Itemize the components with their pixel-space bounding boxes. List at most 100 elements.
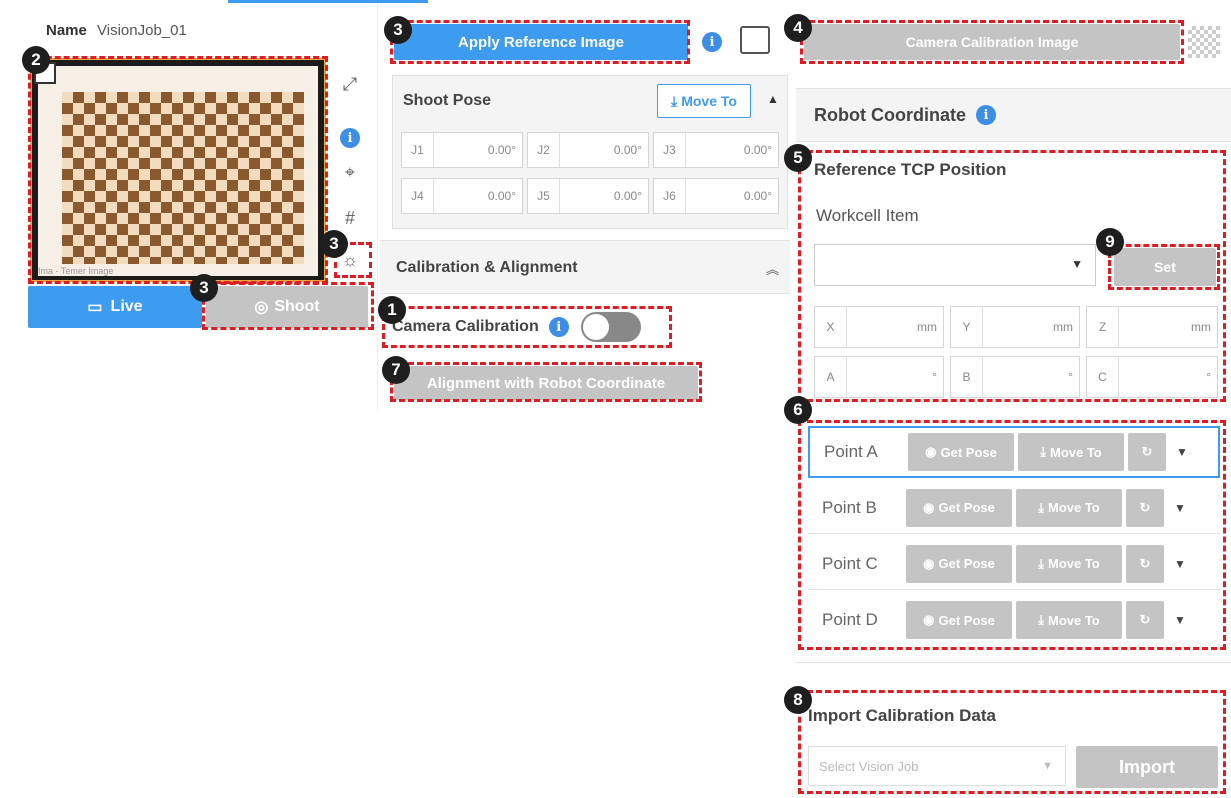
vision-job-select[interactable]: Select Vision Job ▼ bbox=[808, 746, 1066, 786]
camera-calibration-row: Camera Calibration i bbox=[392, 312, 641, 342]
coord-field-c[interactable]: C ° bbox=[1086, 356, 1218, 398]
vision-job-placeholder: Select Vision Job bbox=[819, 758, 919, 774]
get-pose-button[interactable]: ◉ Get Pose bbox=[906, 488, 1012, 527]
import-button[interactable]: Import bbox=[1076, 746, 1218, 788]
calibration-info-icon[interactable]: i bbox=[548, 317, 569, 337]
joint-label: J2 bbox=[528, 133, 560, 167]
apply-reference-button[interactable]: Apply Reference Image bbox=[394, 24, 688, 60]
point-row-d[interactable]: Point D ◉ Get Pose ⤓ Move To ↻ ▼ bbox=[808, 594, 1220, 646]
chevron-down-icon[interactable]: ▼ bbox=[1168, 557, 1192, 571]
point-move-to-button[interactable]: ⤓ Move To bbox=[1016, 544, 1122, 583]
toggle-knob bbox=[582, 314, 609, 340]
left-panel: Name VisionJob_01 Ima - Temer Image ⤢ i … bbox=[0, 0, 428, 410]
joint-field-j3[interactable]: J3 0.00° bbox=[653, 132, 779, 168]
coord-field-x[interactable]: Xmm bbox=[814, 306, 944, 348]
apply-info-icon[interactable]: i bbox=[702, 32, 722, 52]
target-icon: ◉ bbox=[923, 499, 935, 515]
name-label: Name bbox=[46, 22, 87, 39]
checkerboard bbox=[62, 92, 304, 264]
reset-button[interactable]: ↻ bbox=[1126, 544, 1164, 583]
get-pose-button[interactable]: ◉ Get Pose bbox=[906, 601, 1012, 639]
get-pose-label: Get Pose bbox=[938, 556, 995, 571]
chevron-down-icon[interactable]: ▼ bbox=[1170, 445, 1194, 459]
calibration-section-header[interactable]: Calibration & Alignment ︽ bbox=[380, 240, 790, 294]
joint-field-j5[interactable]: J5 0.00° bbox=[527, 178, 649, 214]
grid-icon[interactable]: # bbox=[338, 206, 362, 230]
import-title: Import Calibration Data bbox=[808, 706, 996, 725]
coord-unit: mm bbox=[917, 320, 937, 334]
coord-label: B bbox=[951, 357, 983, 397]
popout-icon[interactable]: ⤢ bbox=[338, 72, 362, 96]
point-move-to-label: Move To bbox=[1047, 556, 1100, 571]
get-pose-label: Get Pose bbox=[938, 612, 995, 628]
set-label: Set bbox=[1154, 259, 1176, 275]
workcell-item-select[interactable]: ▼ bbox=[814, 244, 1096, 286]
get-pose-button[interactable]: ◉ Get Pose bbox=[908, 433, 1014, 471]
badge-5: 5 bbox=[784, 144, 812, 172]
reset-button[interactable]: ↻ bbox=[1128, 433, 1166, 471]
badge-6: 6 bbox=[784, 396, 812, 424]
coord-field-y[interactable]: Ymm bbox=[950, 306, 1080, 348]
move-to-icon: ⤓ bbox=[671, 92, 678, 109]
get-pose-button[interactable]: ◉ Get Pose bbox=[906, 544, 1012, 583]
alignment-button[interactable]: Alignment with Robot Coordinate bbox=[394, 366, 698, 400]
image-watermark: Ima - Temer Image bbox=[38, 266, 114, 276]
target-icon: ◉ bbox=[923, 555, 935, 571]
point-move-to-button[interactable]: ⤓ Move To bbox=[1016, 488, 1122, 527]
chevron-down-icon[interactable]: ▼ bbox=[1168, 501, 1192, 515]
joint-label: J4 bbox=[402, 179, 434, 213]
camera-calibration-toggle[interactable] bbox=[580, 312, 641, 342]
focus-icon[interactable]: ⌖ bbox=[338, 160, 362, 184]
chevron-down-icon[interactable]: ▼ bbox=[1168, 613, 1192, 627]
target-icon: ◉ bbox=[925, 444, 937, 459]
checker-preview-icon[interactable] bbox=[1188, 26, 1220, 58]
point-name: Point A bbox=[824, 442, 878, 461]
reset-button[interactable]: ↻ bbox=[1126, 488, 1164, 527]
joint-field-j6[interactable]: J6 0.00° bbox=[653, 178, 779, 214]
point-name: Point B bbox=[822, 497, 877, 517]
info-icon[interactable]: i bbox=[338, 126, 362, 150]
name-value: VisionJob_01 bbox=[97, 22, 187, 39]
coord-field-a[interactable]: A ° bbox=[814, 356, 944, 398]
workcell-item-label: Workcell Item bbox=[816, 206, 919, 225]
move-to-label: Move To bbox=[681, 93, 737, 109]
live-label: Live bbox=[110, 298, 143, 315]
camera-image[interactable]: Ima - Temer Image bbox=[30, 58, 326, 282]
camera-calibration-label: Camera Calibration bbox=[392, 318, 539, 335]
tab-indicator bbox=[228, 0, 428, 3]
coord-unit: mm bbox=[1191, 320, 1211, 334]
live-button[interactable]: ▭ Live bbox=[28, 286, 202, 328]
move-to-button[interactable]: ⤓ Move To bbox=[657, 84, 751, 118]
reference-tcp-title: Reference TCP Position bbox=[814, 160, 1007, 179]
reset-icon: ↻ bbox=[1139, 499, 1151, 515]
shoot-icon: ◎ bbox=[254, 299, 269, 316]
joint-field-j2[interactable]: J2 0.00° bbox=[527, 132, 649, 168]
camera-calibration-image-button[interactable]: Camera Calibration Image bbox=[804, 24, 1180, 60]
joint-field-j4[interactable]: J4 0.00° bbox=[401, 178, 523, 214]
get-pose-label: Get Pose bbox=[940, 444, 997, 460]
download-icon: ⤓ bbox=[1038, 612, 1044, 627]
robot-info-icon[interactable]: i bbox=[975, 105, 996, 125]
coord-field-z[interactable]: Zmm bbox=[1086, 306, 1218, 348]
joint-value: 0.00° bbox=[487, 189, 516, 203]
collapse-icon[interactable]: ▲ bbox=[767, 92, 779, 106]
point-move-to-button[interactable]: ⤓ Move To bbox=[1018, 433, 1124, 471]
coord-field-b[interactable]: B ° bbox=[950, 356, 1080, 398]
point-row-b[interactable]: Point B ◉ Get Pose ⤓ Move To ↻ ▼ bbox=[808, 482, 1220, 534]
coord-label: C bbox=[1087, 357, 1119, 397]
shoot-button[interactable]: ◎ Shoot bbox=[206, 286, 368, 328]
coord-unit: mm bbox=[1053, 320, 1073, 334]
image-search-icon[interactable] bbox=[740, 26, 770, 54]
point-row-c[interactable]: Point C ◉ Get Pose ⤓ Move To ↻ ▼ bbox=[808, 538, 1220, 590]
point-move-to-button[interactable]: ⤓ Move To bbox=[1016, 601, 1122, 639]
point-row-a[interactable]: Point A ◉ Get Pose ⤓ Move To ↻ ▼ bbox=[808, 426, 1220, 478]
badge-3-apply: 3 bbox=[384, 16, 412, 44]
set-button[interactable]: Set bbox=[1114, 248, 1216, 286]
joint-label: J5 bbox=[528, 179, 560, 213]
joint-field-j1[interactable]: J1 0.00° bbox=[401, 132, 523, 168]
reset-button[interactable]: ↻ bbox=[1126, 601, 1164, 639]
point-move-to-label: Move To bbox=[1049, 444, 1102, 460]
point-name: Point C bbox=[822, 553, 878, 573]
double-chevron-up-icon[interactable]: ︽ bbox=[766, 259, 779, 278]
coord-label: A bbox=[815, 357, 847, 397]
